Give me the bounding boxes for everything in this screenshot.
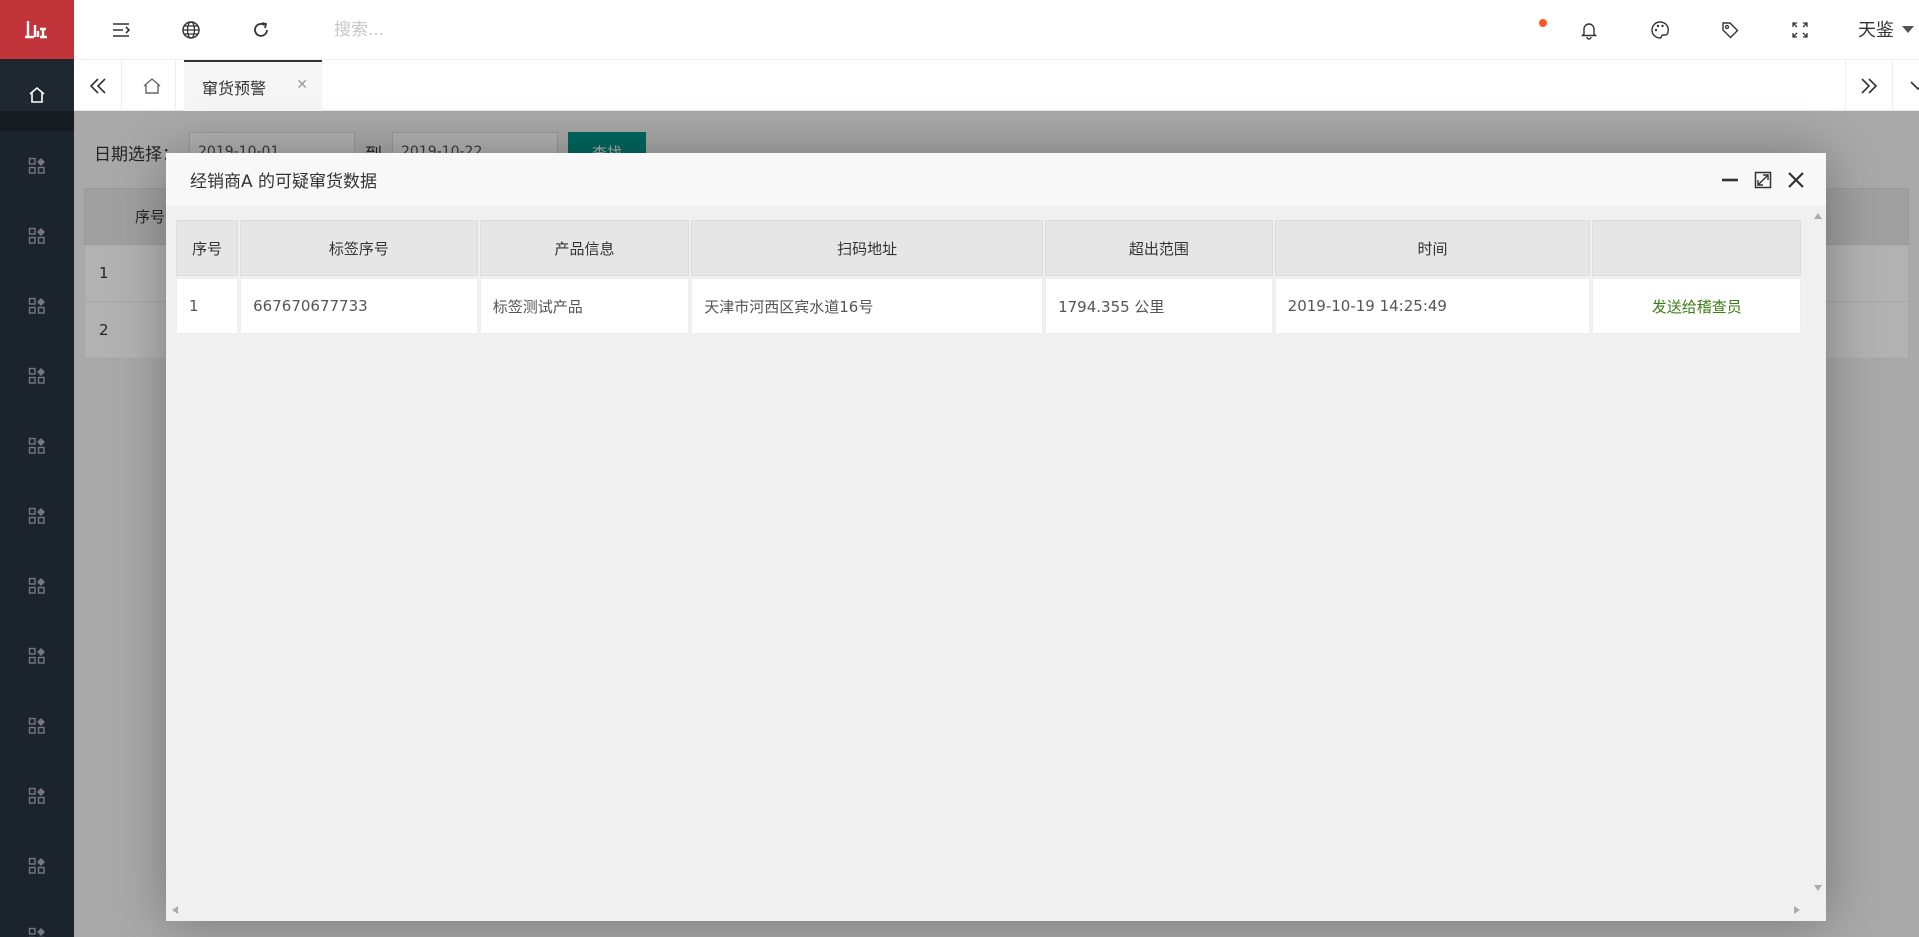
fullscreen-icon[interactable]: [1787, 17, 1813, 43]
maximize-icon[interactable]: [1753, 170, 1773, 190]
app-logo[interactable]: [0, 0, 74, 59]
column-header-address: 扫码地址: [691, 220, 1044, 276]
tab-item[interactable]: 窜货预警 ✕: [184, 60, 322, 111]
column-header-range: 超出范围: [1045, 220, 1273, 276]
chevron-down-icon: [1902, 25, 1914, 33]
cell-index: 1: [176, 278, 239, 334]
minimize-icon[interactable]: [1720, 170, 1740, 190]
table-row: 1 667670677733 标签测试产品 天津市河西区宾水道16号 1794.…: [176, 278, 1801, 334]
tag-icon[interactable]: [1717, 17, 1743, 43]
column-header-action: [1592, 220, 1801, 276]
modal-title: 经销商A 的可疑窜货数据: [190, 172, 378, 192]
user-name: 天鉴: [1858, 20, 1894, 41]
refresh-icon[interactable]: [248, 17, 274, 43]
column-header-index: 序号: [176, 220, 239, 276]
column-header-tag-no: 标签序号: [240, 220, 478, 276]
top-header: 天鉴: [74, 0, 1919, 60]
home-icon: [143, 77, 160, 94]
home-icon: [29, 86, 45, 103]
double-chevron-right-icon: [1861, 77, 1878, 94]
horizontal-scrollbar[interactable]: [166, 903, 1812, 917]
column-header-product: 产品信息: [479, 220, 690, 276]
cell-address: 天津市河西区宾水道16号: [691, 278, 1044, 334]
search-input[interactable]: [334, 16, 634, 44]
send-to-inspector-link[interactable]: 发送给稽查员: [1592, 278, 1801, 334]
suspect-data-table: 序号 标签序号 产品信息 扫码地址 超出范围 时间 1 667670677733…: [174, 218, 1803, 336]
cell-product: 标签测试产品: [479, 278, 690, 334]
vertical-scrollbar[interactable]: [1812, 207, 1824, 897]
cell-tag-no: 667670677733: [240, 278, 478, 334]
tab-menu-button[interactable]: [1894, 60, 1919, 111]
palette-icon[interactable]: [1647, 17, 1673, 43]
tab-bar: 窜货预警 ✕: [74, 60, 1919, 111]
tab-scroll-left-button[interactable]: [74, 60, 122, 111]
user-menu[interactable]: 天鉴: [1858, 16, 1914, 42]
bell-icon[interactable]: [1576, 17, 1602, 43]
globe-icon[interactable]: [178, 17, 204, 43]
modal-body: 序号 标签序号 产品信息 扫码地址 超出范围 时间 1 667670677733…: [174, 218, 1801, 336]
tab-scroll-right-button[interactable]: [1845, 60, 1893, 111]
logo-icon: [25, 20, 47, 38]
cell-range: 1794.355 公里: [1045, 278, 1273, 334]
modal-header: 经销商A 的可疑窜货数据: [166, 153, 1826, 207]
double-chevron-left-icon: [89, 77, 106, 94]
menu-toggle-icon[interactable]: [108, 17, 134, 43]
suspect-data-modal: 经销商A 的可疑窜货数据 序号 标签序号 产品信息 扫码地址 超出范围 时间 1…: [166, 153, 1826, 921]
close-icon[interactable]: [1786, 170, 1806, 190]
chevron-down-icon: [1910, 80, 1919, 90]
cell-time: 2019-10-19 14:25:49: [1274, 278, 1591, 334]
notification-dot: [1539, 19, 1547, 27]
tab-home-button[interactable]: [128, 60, 176, 111]
tab-label: 窜货预警: [202, 78, 267, 98]
tab-close-icon[interactable]: ✕: [296, 77, 308, 93]
column-header-time: 时间: [1274, 220, 1591, 276]
